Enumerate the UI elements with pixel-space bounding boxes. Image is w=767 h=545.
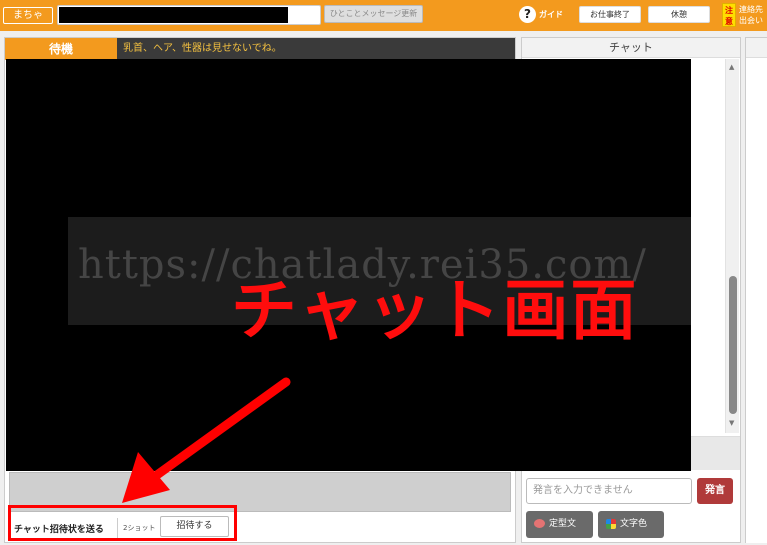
redacted-message-text [59,7,288,23]
chat-screen-annotation: チャット画面 [231,272,639,349]
right-panel-header [746,38,767,58]
status-notice: 乳首、ヘア、性器は見せないでね。 [117,38,515,60]
send-button[interactable]: 発言 [697,478,733,504]
notice-text-line-2: 出会い [739,16,763,25]
end-work-button[interactable]: お仕事終了 [579,6,641,23]
chat-input[interactable]: 発言を入力できません [526,478,692,504]
scroll-thumb[interactable] [729,276,737,414]
speech-bubble-icon [534,519,545,528]
text-color-label: 文字色 [620,519,648,529]
notice-badge: 注意 [722,3,736,27]
notice-text-line-1: 連絡先 [739,5,763,14]
top-bar: まちゃ ひとことメッセージ更新 ? ガイド お仕事終了 休憩 注意 連絡先 出会… [0,0,767,31]
chat-header: チャット [522,38,740,58]
user-name-button[interactable]: まちゃ [3,7,53,24]
status-tab: 待機 [5,38,117,60]
right-panel [745,37,767,543]
palette-icon [606,518,616,529]
notice-text[interactable]: 連絡先 出会い [739,4,763,26]
message-update-button[interactable]: ひとことメッセージ更新 [324,5,423,23]
guide-link[interactable]: ガイド [539,9,563,20]
help-icon[interactable]: ? [519,6,536,23]
video-screen: https://chatlady.rei35.com/ チャット画面 [6,59,691,471]
break-button[interactable]: 休憩 [648,6,710,23]
preset-message-label: 定型文 [549,519,577,529]
preset-message-button[interactable]: 定型文 [526,511,593,538]
text-color-button[interactable]: 文字色 [598,511,664,538]
highlight-box [8,505,237,541]
short-message-input[interactable] [57,5,321,25]
scroll-down-icon[interactable]: ▼ [729,419,734,427]
scroll-up-icon[interactable]: ▲ [729,63,734,71]
chat-scrollbar[interactable]: ▲ ▼ [725,59,739,433]
